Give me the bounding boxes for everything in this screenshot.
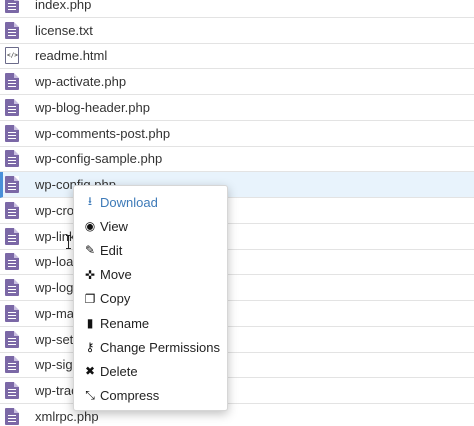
eye-icon: ◉ [84, 219, 96, 234]
menu-item-label: Delete [100, 363, 138, 379]
menu-item-compress[interactable]: ⤡ Compress [74, 384, 227, 408]
menu-item-copy[interactable]: ❐ Copy [74, 287, 227, 311]
menu-item-label: View [100, 218, 128, 234]
menu-item-move[interactable]: ✜ Move [74, 263, 227, 287]
file-name[interactable]: wp-trac [35, 383, 78, 398]
document-file-icon [5, 382, 19, 400]
file-name[interactable]: xmlrpc.php [35, 409, 99, 424]
menu-item-rename[interactable]: ▮ Rename [74, 311, 227, 335]
menu-item-delete[interactable]: ✖ Delete [74, 359, 227, 383]
document-file-icon [5, 73, 19, 91]
file-row[interactable]: wp-sett [0, 326, 474, 353]
file-row[interactable]: </> readme.html [0, 43, 474, 70]
menu-item-download[interactable]: ⭳ Download [74, 190, 227, 214]
file-name[interactable]: wp-loa [35, 254, 73, 269]
text-cursor [66, 235, 72, 249]
file-row[interactable]: wp-trac [0, 378, 474, 404]
document-file-icon [5, 150, 19, 168]
close-x-icon: ✖ [84, 364, 96, 379]
file-row[interactable]: wp-logi [0, 275, 474, 301]
menu-item-view[interactable]: ◉ View [74, 214, 227, 238]
file-name[interactable]: wp-activate.php [35, 74, 126, 89]
file-name[interactable]: wp-blog-header.php [35, 100, 150, 115]
document-file-icon [5, 330, 19, 348]
file-row[interactable]: index.php [0, 0, 474, 18]
move-arrows-icon: ✜ [84, 267, 96, 282]
file-name[interactable]: license.txt [35, 23, 93, 38]
document-file-icon [5, 0, 19, 13]
copy-icon: ❐ [84, 291, 96, 306]
file-row[interactable]: wp-blog-header.php [0, 95, 474, 121]
file-row[interactable]: wp-config.php [0, 172, 474, 198]
file-name[interactable]: wp-comments-post.php [35, 126, 170, 141]
document-file-icon [5, 304, 19, 322]
pencil-icon: ✎ [84, 243, 96, 258]
download-icon: ⭳ [87, 193, 93, 208]
file-row[interactable]: wp-mai [0, 301, 474, 327]
document-file-icon [5, 201, 19, 219]
file-name[interactable]: wp-mai [35, 306, 77, 321]
document-file-icon [5, 253, 19, 271]
menu-item-label: Compress [100, 388, 160, 404]
document-file-icon [5, 98, 19, 116]
menu-item-label: Copy [100, 291, 131, 307]
file-name[interactable]: wp-cro [35, 203, 74, 218]
compress-icon: ⤡ [85, 388, 95, 403]
file-row[interactable]: wp-activate.php [0, 69, 474, 95]
menu-item-label: Change Permissions [100, 339, 220, 355]
document-file-icon [5, 407, 19, 425]
file-row[interactable]: xmlrpc.php [0, 404, 474, 426]
html-file-icon: </> [5, 47, 19, 65]
file-icon: ▮ [86, 316, 94, 331]
file-name[interactable]: wp-logi [35, 280, 76, 295]
file-name[interactable]: index.php [35, 0, 91, 12]
file-row[interactable]: license.txt [0, 17, 474, 44]
menu-item-change-permissions[interactable]: ⚷ Change Permissions [74, 335, 227, 359]
menu-item-label: Download [100, 194, 158, 210]
key-icon: ⚷ [85, 340, 95, 355]
document-file-icon [5, 279, 19, 297]
file-row[interactable]: wp-config-sample.php [0, 146, 474, 173]
document-file-icon [5, 124, 19, 142]
file-list: index.php license.txt </> readme.html wp-act… [0, 0, 474, 426]
document-file-icon [5, 21, 19, 39]
menu-item-edit[interactable]: ✎ Edit [74, 238, 227, 262]
file-row[interactable]: wp-comments-post.php [0, 120, 474, 147]
context-menu: ⭳ Download ◉ View ✎ Edit ✜ Move ❐ Copy ▮ Rename ⚷ Cha… [73, 185, 228, 411]
menu-item-label: Edit [100, 242, 123, 258]
file-name[interactable]: readme.html [35, 48, 107, 63]
document-file-icon [5, 176, 19, 194]
file-row[interactable]: wp-sign [0, 352, 474, 379]
menu-item-label: Move [100, 267, 132, 283]
document-file-icon [5, 356, 19, 374]
file-row[interactable]: wp-cro [0, 198, 474, 224]
file-name[interactable]: wp-sett [35, 332, 77, 347]
file-name[interactable]: wp-config-sample.php [35, 151, 162, 166]
document-file-icon [5, 227, 19, 245]
menu-item-label: Rename [100, 315, 150, 331]
file-row[interactable]: wp-loa [0, 249, 474, 276]
